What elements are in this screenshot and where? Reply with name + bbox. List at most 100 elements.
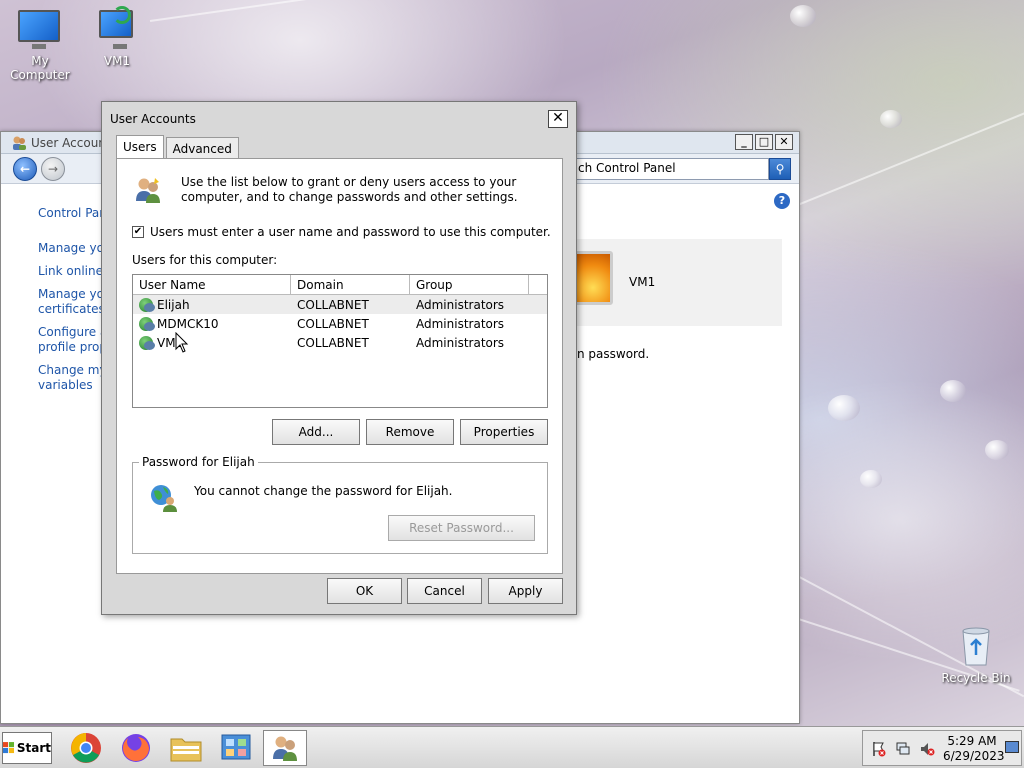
users-list-label: Users for this computer:	[132, 253, 278, 267]
taskbar-file-explorer[interactable]	[164, 730, 208, 766]
network-computer-icon	[95, 6, 139, 50]
taskbar-firefox[interactable]	[114, 730, 158, 766]
dialog-titlebar[interactable]: User Accounts ✕	[102, 102, 576, 132]
column-header-group[interactable]: Group	[410, 275, 529, 294]
add-user-button[interactable]: Add...	[272, 419, 360, 445]
current-user-name: VM1	[629, 275, 656, 289]
task-link-online-ids[interactable]: Link online I	[38, 264, 108, 279]
clock[interactable]: 5:29 AM 6/29/2023	[943, 734, 1005, 764]
start-label: Start	[16, 741, 51, 755]
taskbar: Start 5:29 AM 6/29/2023	[0, 726, 1024, 768]
dialog-tabs: Users Advanced	[116, 135, 241, 159]
search-icon[interactable]: ⚲	[769, 158, 791, 180]
cancel-button[interactable]: Cancel	[407, 578, 482, 604]
desktop-icon-label: VM1	[103, 54, 131, 68]
computer-icon	[18, 10, 62, 50]
require-password-checkbox[interactable]: ✔	[132, 226, 144, 238]
water-drop	[940, 380, 966, 402]
user-name: Elijah	[157, 297, 190, 312]
user-domain: COLLABNET	[297, 316, 369, 331]
task-link-manage-certificates[interactable]: Manage you certificates	[38, 287, 108, 317]
taskbar-user-accounts[interactable]	[263, 730, 307, 766]
recycle-bin-label: Recycle Bin	[941, 671, 1011, 685]
task-link-manage-accounts[interactable]: Manage you	[38, 241, 108, 256]
volume-muted-icon[interactable]	[919, 741, 935, 757]
water-drop	[828, 395, 860, 421]
user-domain: COLLABNET	[297, 297, 369, 312]
desktop-icon-my-computer[interactable]: My Computer	[0, 10, 80, 82]
back-arrow-icon[interactable]: ←	[13, 157, 37, 181]
clock-time: 5:29 AM	[947, 734, 997, 748]
search-input[interactable]: ch Control Panel	[573, 158, 769, 180]
user-name-cell: MDMCK10	[133, 316, 291, 331]
users-listview[interactable]: User Name Domain Group Elijah COLLABNET …	[132, 274, 548, 408]
start-button[interactable]: Start	[2, 732, 52, 764]
taskbar-control-panel[interactable]	[214, 730, 258, 766]
task-link-line: certificates	[38, 302, 105, 316]
users-icon	[273, 736, 297, 761]
table-row[interactable]: Elijah COLLABNET Administrators	[133, 295, 547, 314]
task-link-line: Manage you	[38, 287, 108, 301]
tab-users[interactable]: Users	[116, 135, 164, 159]
desktop-icon-label: My Computer	[10, 54, 70, 82]
password-note: n password.	[577, 347, 650, 361]
desktop-icon-vm1[interactable]: VM1	[77, 6, 157, 68]
user-domain: COLLABNET	[297, 335, 369, 350]
table-row[interactable]: MDMCK10 COLLABNET Administrators	[133, 314, 547, 333]
water-drop	[790, 5, 816, 27]
column-header-user-name[interactable]: User Name	[133, 275, 291, 294]
task-link-environment-variables[interactable]: Change my variables	[38, 363, 108, 393]
water-drop	[860, 470, 882, 488]
password-message: You cannot change the password for Elija…	[194, 484, 453, 498]
reset-password-button[interactable]: Reset Password...	[388, 515, 535, 541]
password-group: Password for Elijah You cannot change th…	[132, 455, 548, 554]
user-group: Administrators	[416, 297, 505, 312]
require-password-label: Users must enter a user name and passwor…	[150, 225, 551, 239]
user-globe-icon	[139, 316, 155, 331]
apply-button[interactable]: Apply	[488, 578, 563, 604]
task-link-control-panel-home[interactable]: Control Pan	[38, 206, 108, 221]
minimize-button[interactable]: _	[735, 134, 753, 150]
column-header-domain[interactable]: Domain	[291, 275, 410, 294]
user-globe-icon	[139, 297, 155, 312]
taskbar-chrome[interactable]	[64, 730, 108, 766]
column-header-filler	[529, 275, 547, 294]
action-center-icon[interactable]	[871, 741, 887, 757]
mouse-cursor-icon	[175, 332, 189, 353]
system-tray: 5:29 AM 6/29/2023	[862, 730, 1022, 766]
network-icon[interactable]	[895, 741, 911, 757]
show-desktop-icon[interactable]	[1005, 741, 1019, 753]
task-link-line: profile prop	[38, 340, 107, 354]
chrome-icon	[71, 733, 101, 763]
tab-advanced[interactable]: Advanced	[165, 137, 239, 159]
close-button[interactable]: ✕	[775, 134, 793, 150]
maximize-button[interactable]: □	[755, 134, 773, 150]
user-globe-icon	[139, 335, 155, 350]
current-user-panel: VM1	[573, 239, 782, 326]
ok-button[interactable]: OK	[327, 578, 402, 604]
properties-button[interactable]: Properties	[460, 419, 548, 445]
user-name-cell: VM1	[133, 335, 291, 350]
remove-user-button[interactable]: Remove	[366, 419, 454, 445]
control-panel-title: User Account	[31, 136, 111, 150]
desktop-icon-recycle-bin[interactable]: Recycle Bin	[940, 625, 1012, 685]
wallpaper-streak	[149, 0, 646, 22]
dialog-close-button[interactable]: ✕	[548, 110, 568, 128]
password-group-title: Password for Elijah	[139, 455, 258, 469]
help-icon[interactable]: ?	[774, 193, 790, 209]
water-drop	[880, 110, 902, 128]
task-link-line: variables	[38, 378, 93, 392]
table-row[interactable]: VM1 COLLABNET Administrators	[133, 333, 547, 352]
user-accounts-dialog[interactable]: User Accounts ✕ Users Advanced Use the l…	[101, 101, 577, 615]
users-tab-panel: Use the list below to grant or deny user…	[116, 158, 563, 574]
user-globe-icon	[151, 485, 177, 512]
recycle-bin-icon	[962, 627, 990, 666]
task-link-configure-profile[interactable]: Configure a profile prop	[38, 325, 108, 355]
dialog-title: User Accounts	[110, 112, 196, 126]
task-link-line: Configure a	[38, 325, 108, 339]
forward-arrow-icon[interactable]: →	[41, 157, 65, 181]
require-password-row: ✔ Users must enter a user name and passw…	[132, 225, 551, 239]
user-name: MDMCK10	[157, 316, 219, 331]
folder-icon	[170, 738, 202, 762]
user-group: Administrators	[416, 335, 505, 350]
